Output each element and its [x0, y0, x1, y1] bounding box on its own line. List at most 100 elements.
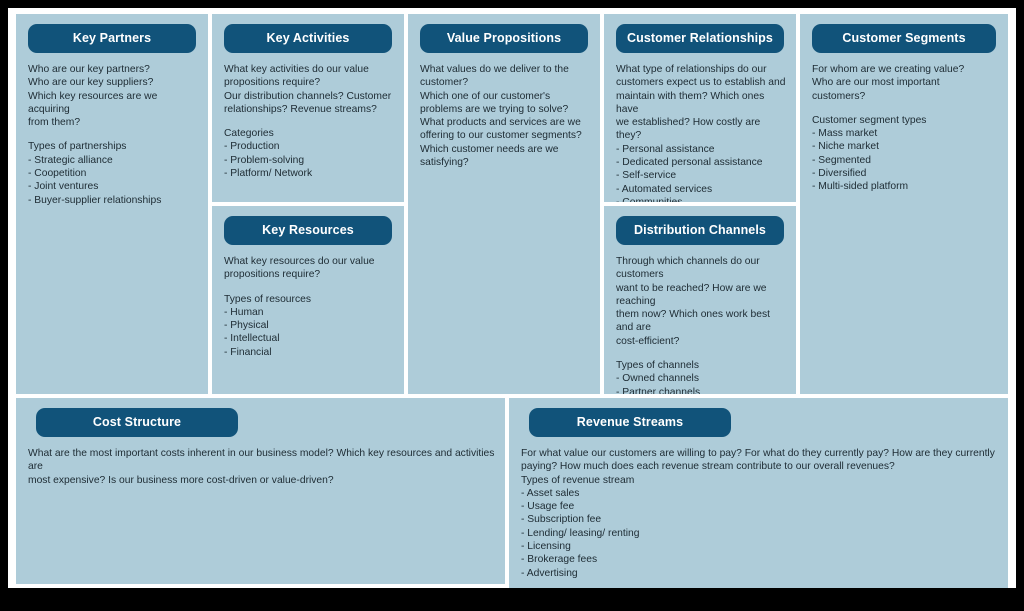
list-heading: Types of partnerships [28, 141, 127, 153]
list-item: - Owned channels [616, 373, 699, 385]
block-revenue-streams[interactable]: Revenue Streams For what value our custo… [509, 398, 1008, 588]
block-body-key-resources: What key resources do our value proposit… [224, 255, 394, 359]
list-item: - Automated services [616, 183, 713, 195]
block-body-customer-relationships: What type of relationships do our custom… [616, 63, 786, 202]
list-item: - Partner channels [616, 386, 701, 394]
block-body-key-partners: Who are our key partners? Who are our ke… [28, 63, 198, 207]
text-line: Through which channels do our customers [616, 256, 760, 281]
text-line: them now? Which ones work best and are [616, 309, 770, 334]
list-item: - Physical [224, 320, 269, 332]
text-line: problems are we trying to solve? [420, 103, 569, 115]
canvas-sheet: Key Partners Who are our key partners? W… [8, 8, 1016, 588]
list-item: - Human [224, 306, 264, 318]
list-item: - Financial [224, 346, 272, 358]
list-heading: Types of resources [224, 293, 311, 305]
list-item: - Licensing [521, 541, 571, 553]
list-item: - Asset sales [521, 487, 580, 499]
list-item: - Lending/ leasing/ renting [521, 527, 640, 539]
text-line: What are the most important costs inhere… [28, 448, 495, 473]
text-line: Who are our key suppliers? [28, 77, 154, 89]
text-line: Who are our key partners? [28, 64, 150, 75]
text-line: Our distribution channels? Customer [224, 90, 392, 102]
text-line: Who are our most important [812, 77, 940, 89]
list-item: - Problem-solving [224, 154, 305, 166]
block-key-partners[interactable]: Key Partners Who are our key partners? W… [16, 14, 208, 394]
text-line: What values do we deliver to the [420, 64, 569, 75]
list-item: - Strategic alliance [28, 154, 113, 166]
block-title-key-resources: Key Resources [224, 216, 392, 245]
list-key-activities: - Production - Problem-solving - Platfor… [224, 140, 394, 180]
block-title-customer-relationships: Customer Relationships [616, 24, 784, 53]
block-key-activities[interactable]: Key Activities What key activities do ou… [212, 14, 404, 202]
list-customer-relationships: - Personal assistance - Dedicated person… [616, 143, 786, 202]
business-model-canvas: Key Partners Who are our key partners? W… [0, 0, 1024, 611]
block-body-value-propositions: What values do we deliver to the custome… [420, 63, 590, 169]
block-title-customer-segments: Customer Segments [812, 24, 996, 53]
block-value-propositions[interactable]: Value Propositions What values do we del… [408, 14, 600, 394]
list-heading: Categories [224, 128, 274, 140]
list-item: - Dedicated personal assistance [616, 157, 763, 169]
text-line: Which key resources are we acquiring [28, 90, 158, 115]
list-item: - Segmented [812, 154, 871, 166]
list-heading: Customer segment types [812, 114, 927, 126]
list-item: - Joint ventures [28, 181, 99, 193]
block-distribution-channels[interactable]: Distribution Channels Through which chan… [604, 206, 796, 394]
list-item: - Platform/ Network [224, 168, 313, 180]
text-line: maintain with them? Which ones have [616, 90, 765, 115]
text-line: What products and services are we [420, 117, 581, 129]
block-title-value-propositions: Value Propositions [420, 24, 588, 53]
text-line: paying? How much does each revenue strea… [521, 461, 895, 473]
list-item: - Intellectual [224, 333, 280, 345]
list-item: - Brokerage fees [521, 554, 598, 566]
list-item: - Self-service [616, 170, 677, 182]
block-title-distribution-channels: Distribution Channels [616, 216, 784, 245]
list-item: - Subscription fee [521, 514, 602, 526]
list-item: - Mass market [812, 128, 878, 140]
list-key-resources: - Human - Physical - Intellectual - Fina… [224, 306, 394, 359]
block-body-revenue-streams: For what value our customers are willing… [521, 447, 998, 580]
list-item: - Buyer-supplier relationships [28, 194, 162, 206]
list-item: - Niche market [812, 141, 879, 153]
text-line: customers? [812, 90, 866, 102]
block-title-cost-structure: Cost Structure [36, 408, 238, 437]
block-body-distribution-channels: Through which channels do our customers … [616, 255, 786, 394]
text-line: propositions require? [224, 269, 321, 281]
list-customer-segments: - Mass market - Niche market - Segmented… [812, 127, 998, 193]
text-line: propositions require? [224, 77, 321, 89]
text-line: cost-efficient? [616, 335, 680, 347]
text-line: offering to our customer segments? [420, 130, 582, 142]
text-line: For what value our customers are willing… [521, 448, 995, 459]
text-line: customer? [420, 77, 469, 89]
block-body-customer-segments: For whom are we creating value? Who are … [812, 63, 998, 194]
block-customer-segments[interactable]: Customer Segments For whom are we creati… [800, 14, 1008, 394]
text-line: from them? [28, 117, 81, 129]
text-line: relationships? Revenue streams? [224, 103, 377, 115]
text-line: Which one of our customer's [420, 90, 551, 102]
list-item: - Production [224, 141, 280, 153]
list-key-partners: - Strategic alliance - Coopetition - Joi… [28, 154, 198, 207]
text-line: What key activities do our value [224, 64, 369, 75]
text-line: want to be reached? How are we reaching [616, 282, 767, 307]
block-body-cost-structure: What are the most important costs inhere… [28, 447, 495, 487]
list-item: - Diversified [812, 168, 867, 180]
block-key-resources[interactable]: Key Resources What key resources do our … [212, 206, 404, 394]
text-line: we established? How costly are they? [616, 117, 761, 142]
text-line: What type of relationships do our [616, 64, 767, 75]
list-distribution-channels: - Owned channels - Partner channels [616, 372, 786, 394]
text-line: customers expect us to establish and [616, 77, 786, 89]
list-item: - Multi-sided platform [812, 181, 909, 193]
block-customer-relationships[interactable]: Customer Relationships What type of rela… [604, 14, 796, 202]
block-cost-structure[interactable]: Cost Structure What are the most importa… [16, 398, 505, 584]
text-line: most expensive? Is our business more cos… [28, 474, 334, 486]
block-title-revenue-streams: Revenue Streams [529, 408, 731, 437]
list-item: - Advertising [521, 567, 578, 579]
text-line: Which customer needs are we [420, 143, 559, 155]
text-line: satisfying? [420, 157, 469, 169]
list-revenue-streams: - Asset sales - Usage fee - Subscription… [521, 487, 998, 580]
list-item: - Coopetition [28, 168, 87, 180]
list-item: - Usage fee [521, 501, 575, 513]
